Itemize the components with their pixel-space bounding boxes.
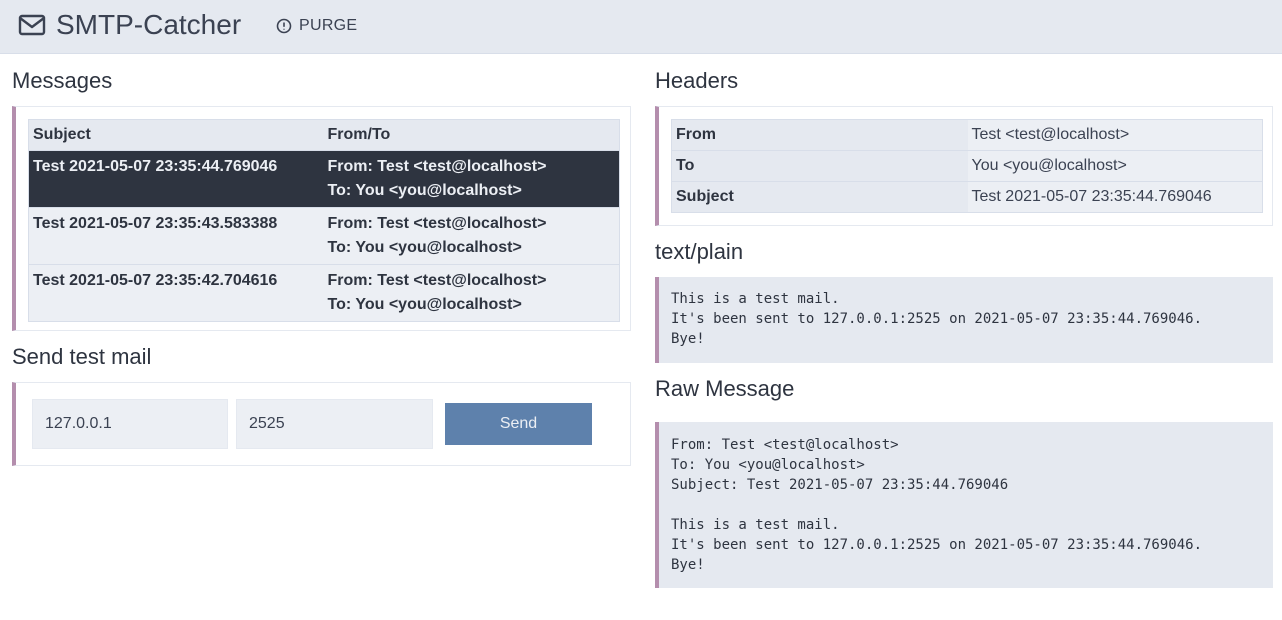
top-bar: SMTP-Catcher PURGE: [0, 0, 1282, 54]
header-value: You <you@localhost>: [967, 150, 1263, 182]
headers-panel: From Test <test@localhost> To You <you@l…: [655, 106, 1273, 226]
message-row[interactable]: Test 2021-05-07 23:35:42.704616 From: Te…: [28, 264, 620, 322]
headers-table: From Test <test@localhost> To You <you@l…: [671, 119, 1263, 213]
mail-icon: [18, 14, 46, 36]
raw-message-title: Raw Message: [655, 376, 795, 401]
purge-button[interactable]: PURGE: [268, 11, 365, 41]
header-value: Test 2021-05-07 23:35:44.769046: [967, 181, 1263, 213]
headers-title: Headers: [655, 68, 739, 93]
message-fromto: From: Test <test@localhost> To: You <you…: [323, 264, 620, 322]
message-subject: Test 2021-05-07 23:35:42.704616: [28, 264, 324, 322]
messages-table-header: Subject From/To: [28, 119, 620, 151]
text-plain-body: This is a test mail. It's been sent to 1…: [655, 277, 1273, 363]
messages-title: Messages: [12, 68, 113, 93]
message-to: To: You <you@localhost>: [327, 239, 522, 256]
messages-panel: Subject From/To Test 2021-05-07 23:35:44…: [12, 106, 631, 331]
message-to: To: You <you@localhost>: [327, 182, 522, 199]
text-plain-title: text/plain: [655, 239, 744, 264]
message-fromto: From: Test <test@localhost> To: You <you…: [323, 150, 620, 208]
purge-label: PURGE: [299, 17, 358, 34]
raw-message-body: From: Test <test@localhost> To: You <you…: [655, 422, 1273, 588]
app-title: SMTP-Catcher: [56, 9, 242, 40]
messages-table: Subject From/To Test 2021-05-07 23:35:44…: [28, 119, 620, 322]
host-input[interactable]: [32, 399, 228, 449]
header-row: From Test <test@localhost>: [671, 119, 1263, 151]
alert-circle-icon: [276, 18, 292, 34]
column-header-fromto: From/To: [323, 119, 620, 151]
message-subject: Test 2021-05-07 23:35:43.583388: [28, 207, 324, 265]
message-subject: Test 2021-05-07 23:35:44.769046: [28, 150, 324, 208]
message-from: From: Test <test@localhost>: [327, 272, 547, 289]
message-row[interactable]: Test 2021-05-07 23:35:44.769046 From: Te…: [28, 150, 620, 208]
send-test-title: Send test mail: [12, 344, 152, 369]
message-row[interactable]: Test 2021-05-07 23:35:43.583388 From: Te…: [28, 207, 620, 265]
send-test-panel: Send: [12, 382, 631, 466]
message-to: To: You <you@localhost>: [327, 296, 522, 313]
header-key: Subject: [671, 181, 968, 213]
header-row: Subject Test 2021-05-07 23:35:44.769046: [671, 181, 1263, 213]
send-button[interactable]: Send: [445, 403, 592, 445]
header-row: To You <you@localhost>: [671, 150, 1263, 182]
header-key: From: [671, 119, 968, 151]
message-fromto: From: Test <test@localhost> To: You <you…: [323, 207, 620, 265]
column-header-subject: Subject: [28, 119, 324, 151]
message-from: From: Test <test@localhost>: [327, 158, 547, 175]
message-from: From: Test <test@localhost>: [327, 215, 547, 232]
port-input[interactable]: [236, 399, 433, 449]
header-key: To: [671, 150, 968, 182]
header-value: Test <test@localhost>: [967, 119, 1263, 151]
